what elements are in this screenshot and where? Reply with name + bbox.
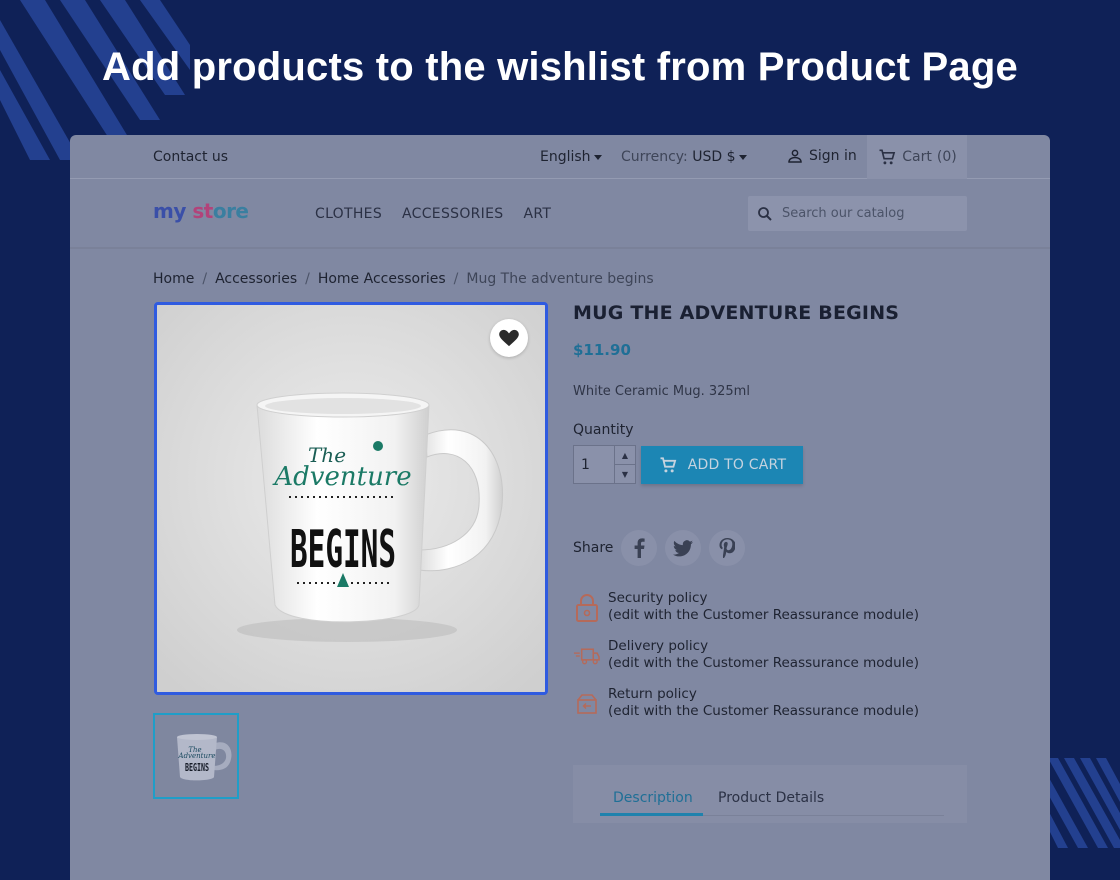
svg-text:Adventure: Adventure (178, 752, 216, 760)
breadcrumb: Home / Accessories / Home Accessories / … (153, 271, 654, 287)
chevron-down-icon (593, 154, 602, 160)
breadcrumb-separator: / (453, 271, 459, 287)
language-selector[interactable]: English (540, 149, 602, 165)
sign-in-label: Sign in (809, 148, 857, 164)
sign-in-link[interactable]: Sign in (786, 147, 857, 165)
product-price: $11.90 (573, 341, 631, 359)
breadcrumb-home[interactable]: Home (153, 271, 194, 287)
product-title: MUG THE ADVENTURE BEGINS (573, 302, 900, 324)
menu-item-art[interactable]: ART (523, 206, 551, 222)
product-description: White Ceramic Mug. 325ml (573, 384, 750, 399)
breadcrumb-separator: / (305, 271, 310, 287)
heart-icon (499, 329, 519, 347)
quantity-input[interactable] (574, 446, 614, 483)
product-thumbnail[interactable]: The Adventure BEGINS (153, 713, 239, 799)
cart-icon (660, 457, 677, 473)
reassurance-item: Security policy (edit with the Customer R… (573, 590, 919, 624)
reassurance-block: Security policy (edit with the Customer R… (573, 590, 919, 734)
reassurance-note: (edit with the Customer Reassurance modu… (608, 607, 919, 623)
store-window: Contact us English Currency: USD $ Sign … (70, 135, 1050, 880)
product-tabs: Description Product Details (573, 765, 967, 823)
lock-icon (573, 593, 600, 623)
page-headline: Add products to the wishlist from Produc… (102, 45, 1018, 89)
cart-label: Cart (902, 149, 932, 165)
reassurance-title: Security policy (608, 590, 708, 606)
truck-icon (573, 641, 600, 671)
facebook-icon (635, 538, 646, 558)
menu-item-clothes[interactable]: CLOTHES (315, 206, 382, 222)
menu-item-accessories[interactable]: ACCESSORIES (402, 206, 503, 222)
quantity-decrease-button[interactable]: ▼ (615, 464, 635, 483)
tab-description[interactable]: Description (613, 790, 693, 806)
breadcrumb-accessories[interactable]: Accessories (215, 271, 297, 287)
tab-product-details[interactable]: Product Details (718, 790, 824, 806)
twitter-icon (673, 539, 694, 556)
quantity-label: Quantity (573, 422, 634, 438)
mug-thumbnail-image: The Adventure BEGINS (155, 715, 237, 797)
search-box (748, 196, 967, 231)
return-box-icon (573, 689, 600, 719)
top-bar: Contact us English Currency: USD $ Sign … (70, 135, 1050, 179)
language-label: English (540, 149, 591, 165)
reassurance-item: Delivery policy (edit with the Customer R… (573, 638, 919, 672)
reassurance-title: Return policy (608, 686, 697, 702)
search-input[interactable] (782, 206, 952, 221)
share-bar: Share (573, 530, 753, 566)
svg-text:Adventure: Adventure (272, 462, 411, 492)
wishlist-button[interactable] (490, 319, 528, 357)
category-menu: CLOTHES ACCESSORIES ART (315, 206, 551, 222)
twitter-share-button[interactable] (665, 530, 702, 566)
add-to-cart-label: ADD TO CART (687, 457, 787, 473)
active-tab-indicator (600, 813, 703, 816)
chevron-down-icon (738, 154, 747, 160)
reassurance-title: Delivery policy (608, 638, 709, 654)
breadcrumb-separator: / (202, 271, 208, 287)
quantity-stepper: ▲ ▼ (573, 445, 636, 484)
reassurance-note: (edit with the Customer Reassurance modu… (608, 703, 919, 719)
user-icon (788, 149, 802, 163)
reassurance-item: Return policy (edit with the Customer Rea… (573, 686, 919, 720)
breadcrumb-current: Mug The adventure begins (466, 271, 654, 287)
currency-label: Currency: (621, 149, 688, 165)
add-to-cart-button[interactable]: ADD TO CART (641, 446, 803, 484)
currency-selector[interactable]: Currency: USD $ (621, 149, 747, 165)
pinterest-share-button[interactable] (709, 530, 746, 566)
pinterest-icon (719, 538, 736, 558)
contact-us-link[interactable]: Contact us (153, 149, 228, 165)
share-label: Share (573, 540, 614, 556)
mug-image: The Adventure BEGINS (157, 305, 545, 692)
breadcrumb-home-accessories[interactable]: Home Accessories (318, 271, 446, 287)
reassurance-note: (edit with the Customer Reassurance modu… (608, 655, 919, 671)
svg-text:BEGINS: BEGINS (185, 761, 209, 774)
cart-count: (0) (936, 149, 957, 165)
quantity-spinner: ▲ ▼ (614, 446, 635, 483)
store-logo[interactable]: my store (153, 199, 249, 223)
quantity-increase-button[interactable]: ▲ (615, 446, 635, 464)
cart-icon (879, 149, 896, 165)
cart-button[interactable]: Cart (0) (867, 135, 967, 179)
main-navbar: my store CLOTHES ACCESSORIES ART (70, 179, 1050, 249)
product-main-image[interactable]: The Adventure BEGINS (154, 302, 548, 695)
facebook-share-button[interactable] (621, 530, 658, 566)
decorative-stripes-bottom-right (1048, 758, 1120, 848)
currency-value: USD $ (692, 149, 736, 165)
search-icon[interactable] (756, 205, 774, 223)
svg-text:BEGINS: BEGINS (290, 520, 396, 580)
